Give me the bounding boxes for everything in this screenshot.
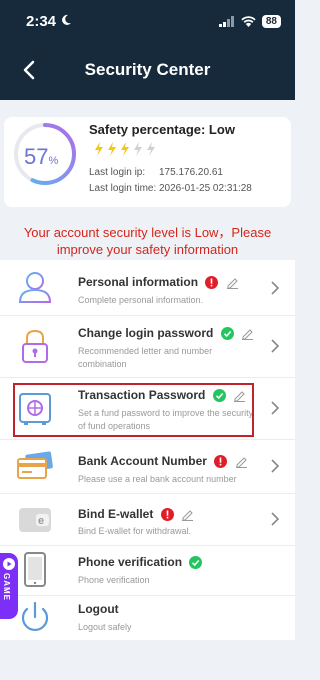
list-item-phone-verification[interactable]: Phone verification Phone verification <box>0 545 295 596</box>
security-list: Personal information Complete personal i… <box>0 260 295 640</box>
item-title: Bank Account Number <box>78 454 248 469</box>
last-login-time-row: Last login time: 2026-01-25 02:31:28 <box>89 183 252 194</box>
item-title: Logout <box>78 602 119 616</box>
bolt-filled-icon <box>121 142 129 156</box>
list-item-personal-information[interactable]: Personal information Complete personal i… <box>0 260 295 316</box>
list-item-bank-account-number[interactable]: Bank Account Number Please use a real ba… <box>0 439 295 494</box>
status-time: 2:34 <box>26 13 57 30</box>
page-title: Security Center <box>84 60 211 79</box>
chevron-right-icon <box>271 459 280 473</box>
security-warning: Your account security level is Low，Pleas… <box>23 225 272 257</box>
battery-indicator: 88 <box>261 15 281 28</box>
alert-icon <box>205 276 219 290</box>
bolt-filled-icon <box>108 142 116 156</box>
item-description: Please use a real bank account number <box>78 474 237 484</box>
highlight-box <box>13 383 254 437</box>
item-description: Phone verification <box>78 575 150 585</box>
e-wallet-icon: e <box>19 508 51 532</box>
svg-text:e: e <box>38 515 44 527</box>
edit-pencil-icon <box>235 457 247 469</box>
top-header: Security Center <box>0 40 295 100</box>
edit-pencil-icon <box>242 329 254 341</box>
bolt-filled-icon <box>95 142 103 156</box>
item-description: Logout safely <box>78 622 132 632</box>
wifi-icon <box>241 16 256 27</box>
lock-icon <box>22 329 48 363</box>
item-title: Phone verification <box>78 555 203 570</box>
moon-icon <box>62 14 71 25</box>
status-bar: 2:34 88 <box>0 0 295 40</box>
chevron-right-icon <box>271 401 280 415</box>
item-title: Bind E-wallet <box>78 507 194 522</box>
game-tab-label: GAME <box>2 573 11 601</box>
item-description: Complete personal information. <box>78 295 204 305</box>
phone-icon <box>24 552 46 587</box>
item-title: Personal information <box>78 275 239 290</box>
item-description: Recommended letter and number combinatio… <box>78 346 213 369</box>
chevron-right-icon <box>271 281 280 295</box>
edit-pencil-icon <box>182 510 194 522</box>
safety-card: 57% Safety percentage: Low Last login ip… <box>4 117 291 207</box>
play-icon <box>3 558 15 570</box>
safety-percent: 57% <box>24 144 59 169</box>
signal-icon <box>218 16 234 27</box>
chevron-right-icon <box>271 512 280 526</box>
list-item-change-login-password[interactable]: Change login password Recommended letter… <box>0 315 295 378</box>
bolt-empty-icon <box>147 142 155 156</box>
check-icon <box>189 556 203 570</box>
list-item-bind-e-wallet[interactable]: e Bind E-wallet Bind E-wallet for withdr… <box>0 493 295 546</box>
alert-icon <box>160 508 174 522</box>
item-title: Change login password <box>78 326 254 341</box>
last-login-ip-row: Last login ip: 175.176.20.61 <box>89 167 223 178</box>
safety-label: Safety percentage: Low <box>89 122 235 137</box>
user-icon <box>18 272 52 303</box>
chevron-right-icon <box>271 339 280 353</box>
check-icon <box>220 327 234 341</box>
list-item-logout[interactable]: Logout Logout safely <box>0 595 295 640</box>
bolt-empty-icon <box>134 142 142 156</box>
safety-level-bolts <box>94 142 156 156</box>
bank-card-icon <box>17 451 53 479</box>
item-description: Bind E-wallet for withdrawal. <box>78 526 192 536</box>
edit-pencil-icon <box>226 278 238 290</box>
power-icon <box>21 601 49 631</box>
game-floating-tab[interactable]: GAME <box>0 553 18 619</box>
alert-icon <box>214 455 228 469</box>
